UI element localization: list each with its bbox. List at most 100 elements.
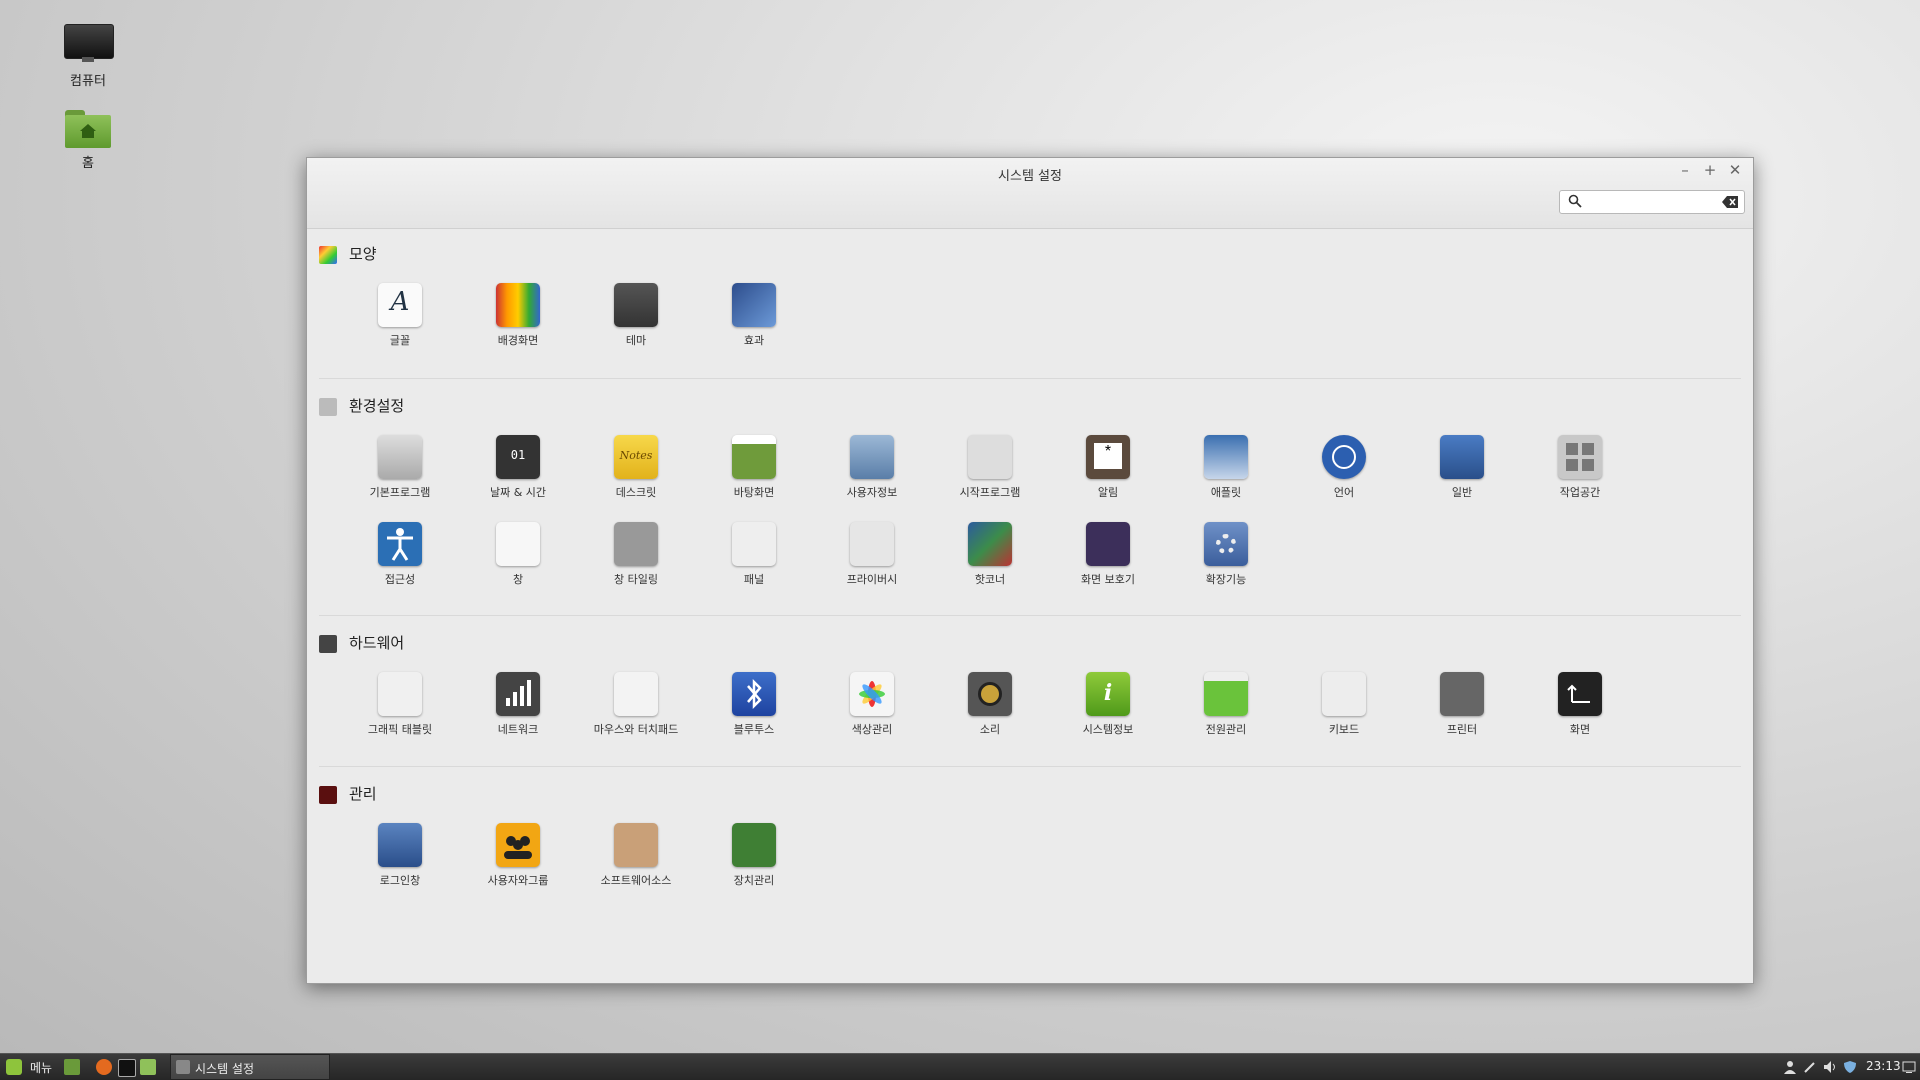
settings-item-label: 글꼴	[389, 334, 411, 347]
desktop-computer-icon[interactable]: 컴퓨터	[43, 24, 133, 89]
settings-item-notifications[interactable]: * 알림	[1049, 435, 1167, 500]
settings-item-accessibility[interactable]: 접근성	[341, 522, 459, 587]
settings-item-label: 네트워크	[497, 723, 539, 736]
settings-item-login-window[interactable]: 로그인창	[341, 823, 459, 888]
section-category-icon	[319, 246, 337, 264]
settings-item-label: 사용자정보	[846, 486, 898, 499]
languages-icon	[1322, 435, 1366, 479]
settings-item-screensaver[interactable]: 화면 보호기	[1049, 522, 1167, 587]
search-input[interactable]	[1588, 193, 1714, 213]
search-icon	[1568, 194, 1582, 208]
settings-item-general[interactable]: 일반	[1403, 435, 1521, 500]
settings-item-panel[interactable]: 패널	[695, 522, 813, 587]
bluetooth-icon	[732, 672, 776, 716]
settings-item-label: 로그인창	[379, 874, 421, 887]
software-sources-icon	[614, 823, 658, 867]
search-box[interactable]	[1559, 190, 1745, 214]
settings-item-power[interactable]: 전원관리	[1167, 672, 1285, 737]
section-separator	[319, 378, 1741, 379]
firefox-icon[interactable]	[96, 1059, 112, 1075]
settings-item-network[interactable]: 네트워크	[459, 672, 577, 737]
settings-item-system-info[interactable]: i 시스템정보	[1049, 672, 1167, 737]
settings-item-windows[interactable]: 창	[459, 522, 577, 587]
settings-item-label: 접근성	[384, 573, 416, 586]
settings-item-workspaces[interactable]: 작업공간	[1521, 435, 1639, 500]
settings-item-software-sources[interactable]: 소프트웨어소스	[577, 823, 695, 888]
settings-item-bluetooth[interactable]: 블루투스	[695, 672, 813, 737]
show-desktop-icon[interactable]	[64, 1059, 80, 1075]
terminal-icon[interactable]	[118, 1059, 136, 1077]
settings-item-privacy[interactable]: 프라이버시	[813, 522, 931, 587]
taskbar-task-system-settings[interactable]: 시스템 설정	[170, 1054, 330, 1080]
settings-item-startup-apps[interactable]: 시작프로그램	[931, 435, 1049, 500]
settings-item-display[interactable]: 화면	[1521, 672, 1639, 737]
settings-item-color[interactable]: 색상관리	[813, 672, 931, 737]
settings-item-font[interactable]: A 글꼴	[341, 283, 459, 348]
settings-content: 모양 A 글꼴 배경화면 테마 효과 환경설정 기본프로그램 01 날짜 & 시간 Notes 데스크…	[307, 229, 1753, 983]
accessibility-icon	[378, 522, 422, 566]
settings-item-window-tiling[interactable]: 창 타일링	[577, 522, 695, 587]
settings-item-mouse[interactable]: 마우스와 터치패드	[577, 672, 695, 737]
settings-item-label: 언어	[1333, 486, 1355, 499]
settings-item-sound[interactable]: 소리	[931, 672, 1049, 737]
settings-item-label: 알림	[1097, 486, 1119, 499]
settings-item-effects[interactable]: 효과	[695, 283, 813, 348]
show-desktop-tray-icon[interactable]	[1902, 1060, 1916, 1074]
settings-item-label: 소리	[979, 723, 1001, 736]
settings-item-graphics-tablet[interactable]: 그래픽 태블릿	[341, 672, 459, 737]
maximize-button[interactable]: +	[1700, 161, 1720, 179]
clock[interactable]: 23:13	[1866, 1059, 1901, 1073]
section-separator	[319, 615, 1741, 616]
settings-item-printers[interactable]: 프린터	[1403, 672, 1521, 737]
settings-item-desktop[interactable]: 바탕화면	[695, 435, 813, 500]
settings-item-themes[interactable]: 테마	[577, 283, 695, 348]
settings-item-label: 애플릿	[1210, 486, 1242, 499]
volume-icon[interactable]	[1823, 1060, 1837, 1074]
privacy-icon	[850, 522, 894, 566]
minimize-button[interactable]: –	[1675, 161, 1695, 179]
desklets-icon: Notes	[614, 435, 658, 479]
window-titlebar[interactable]: 시스템 설정 – + ✕	[307, 158, 1753, 229]
settings-item-label: 패널	[743, 573, 765, 586]
hot-corners-icon	[968, 522, 1012, 566]
system-info-icon: i	[1086, 672, 1130, 716]
clear-search-icon[interactable]	[1722, 196, 1738, 208]
settings-item-account-details[interactable]: 사용자정보	[813, 435, 931, 500]
settings-item-applets[interactable]: 애플릿	[1167, 435, 1285, 500]
settings-item-label: 데스크릿	[615, 486, 657, 499]
desktop-icon-label: 컴퓨터	[70, 74, 106, 89]
settings-item-driver-manager[interactable]: 장치관리	[695, 823, 813, 888]
settings-item-extensions[interactable]: 확장기능	[1167, 522, 1285, 587]
settings-item-users-groups[interactable]: 사용자와그룹	[459, 823, 577, 888]
files-icon[interactable]	[140, 1059, 156, 1075]
settings-item-keyboard[interactable]: 키보드	[1285, 672, 1403, 737]
section-title: 모양	[349, 245, 377, 263]
settings-item-label: 마우스와 터치패드	[593, 723, 679, 736]
settings-item-desklets[interactable]: Notes 데스크릿	[577, 435, 695, 500]
settings-item-languages[interactable]: 언어	[1285, 435, 1403, 500]
settings-item-backgrounds[interactable]: 배경화면	[459, 283, 577, 348]
section-header: 모양	[319, 243, 1741, 267]
power-icon	[1204, 672, 1248, 716]
home-folder-icon	[65, 110, 111, 148]
settings-item-label: 전원관리	[1205, 723, 1247, 736]
monitor-icon	[64, 24, 114, 64]
settings-section: 하드웨어 그래픽 태블릿 네트워크 마우스와 터치패드 블루투스 색상관리 소리 i 시스템정보…	[319, 632, 1741, 736]
settings-item-hot-corners[interactable]: 핫코너	[931, 522, 1049, 587]
pen-icon[interactable]	[1803, 1060, 1817, 1074]
desktop-home-icon[interactable]: 홈	[43, 110, 133, 171]
user-icon[interactable]	[1783, 1060, 1797, 1074]
settings-item-label: 확장기능	[1205, 573, 1247, 586]
menu-button[interactable]: 메뉴	[2, 1054, 58, 1080]
window-title: 시스템 설정	[998, 169, 1062, 184]
settings-item-label: 시스템정보	[1082, 723, 1134, 736]
shield-icon[interactable]	[1843, 1060, 1857, 1074]
settings-item-label: 테마	[625, 334, 647, 347]
settings-item-label: 화면	[1569, 723, 1591, 736]
settings-item-date-time[interactable]: 01 날짜 & 시간	[459, 435, 577, 500]
effects-icon	[732, 283, 776, 327]
settings-item-preferred-apps[interactable]: 기본프로그램	[341, 435, 459, 500]
close-button[interactable]: ✕	[1725, 161, 1745, 179]
settings-app-icon	[176, 1060, 190, 1074]
settings-item-label: 프라이버시	[846, 573, 898, 586]
